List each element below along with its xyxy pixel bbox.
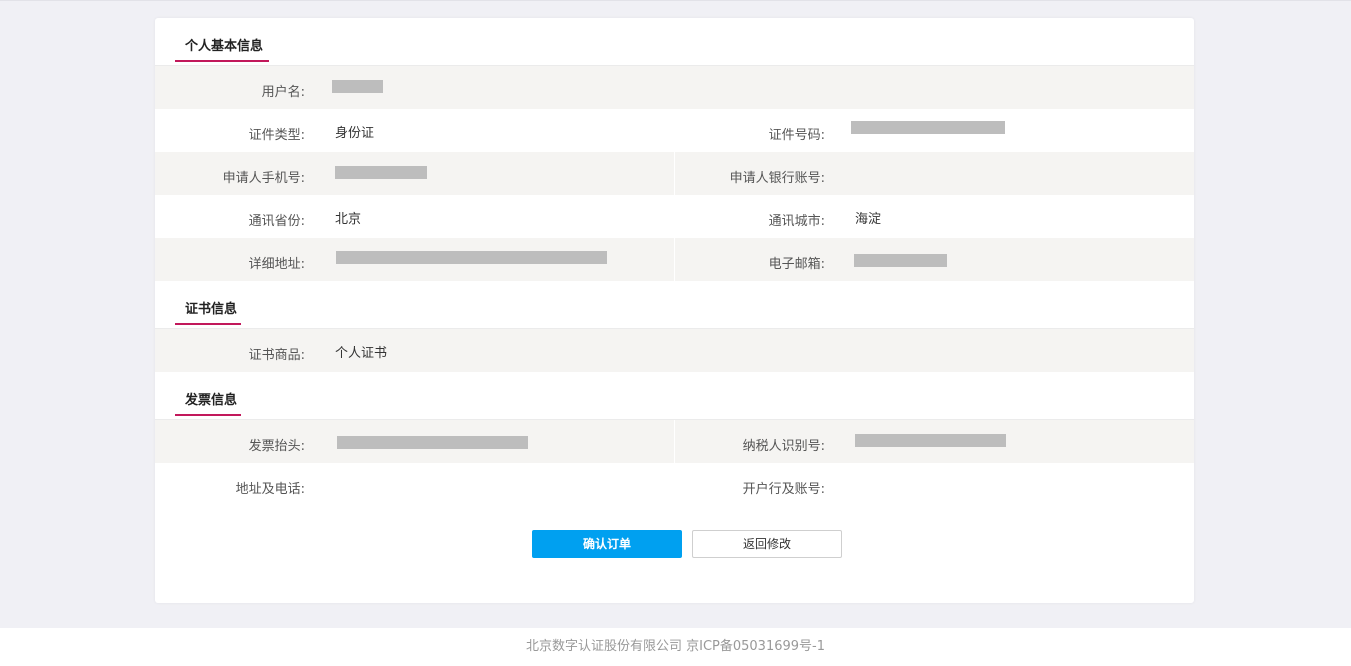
id-type-value: 身份证	[335, 126, 375, 141]
email-redacted	[854, 254, 947, 267]
cert-product-label: 证书商品:	[248, 348, 305, 363]
bank-account-label: 申请人银行账号:	[729, 171, 825, 186]
row-id: 证件类型: 身份证 证件号码:	[155, 109, 1194, 152]
address-phone-label: 地址及电话:	[235, 482, 305, 497]
back-edit-button[interactable]: 返回修改	[692, 530, 842, 558]
row-cert-product: 证书商品: 个人证书	[155, 329, 1194, 372]
top-border	[0, 0, 1351, 1]
section-personal-header: 个人基本信息	[155, 18, 1194, 66]
section-title-personal: 个人基本信息	[185, 39, 264, 54]
footer: 北京数字认证股份有限公司 京ICP备05031699号-1	[0, 628, 1351, 666]
section-underline-personal	[175, 60, 269, 62]
province-label: 通讯省份:	[248, 214, 305, 229]
row-username: 用户名:	[155, 66, 1194, 109]
phone-label: 申请人手机号:	[222, 171, 305, 186]
invoice-header-redacted	[337, 436, 528, 449]
bank-label: 开户行及账号:	[742, 482, 825, 497]
section-underline-certificate	[175, 323, 241, 325]
row-address-email: 详细地址: 电子邮箱:	[155, 238, 1194, 281]
confirm-order-button[interactable]: 确认订单	[532, 530, 682, 558]
address-redacted	[336, 251, 607, 264]
section-title-invoice: 发票信息	[185, 393, 238, 408]
row-address-bank: 地址及电话: 开户行及账号:	[155, 463, 1194, 506]
row-invoice-header-tax: 发票抬头: 纳税人识别号:	[155, 420, 1194, 463]
section-certificate-header: 证书信息	[155, 281, 1194, 329]
city-label: 通讯城市:	[768, 214, 825, 229]
footer-text: 北京数字认证股份有限公司 京ICP备05031699号-1	[525, 639, 825, 654]
phone-redacted	[335, 166, 427, 179]
province-value: 北京	[335, 212, 362, 227]
taxpayer-id-label: 纳税人识别号:	[742, 439, 825, 454]
section-underline-invoice	[175, 414, 241, 416]
row-province-city: 通讯省份: 北京 通讯城市: 海淀	[155, 195, 1194, 238]
section-invoice-header: 发票信息	[155, 372, 1194, 420]
section-title-certificate: 证书信息	[185, 302, 238, 317]
id-number-redacted	[851, 121, 1005, 134]
order-confirm-card: 个人基本信息 用户名: 证件类型: 身份证 证件号码: 申请人手机号: 申请人银…	[155, 18, 1194, 603]
row-phone-bank: 申请人手机号: 申请人银行账号:	[155, 152, 1194, 195]
city-value: 海淀	[855, 212, 882, 227]
taxpayer-id-redacted	[855, 434, 1006, 447]
id-type-label: 证件类型:	[248, 128, 305, 143]
address-label: 详细地址:	[248, 257, 305, 272]
id-number-label: 证件号码:	[768, 128, 825, 143]
username-label: 用户名:	[261, 85, 305, 100]
email-label: 电子邮箱:	[768, 257, 825, 272]
cert-product-value: 个人证书	[335, 346, 388, 361]
username-redacted	[332, 80, 383, 93]
invoice-header-label: 发票抬头:	[248, 439, 305, 454]
